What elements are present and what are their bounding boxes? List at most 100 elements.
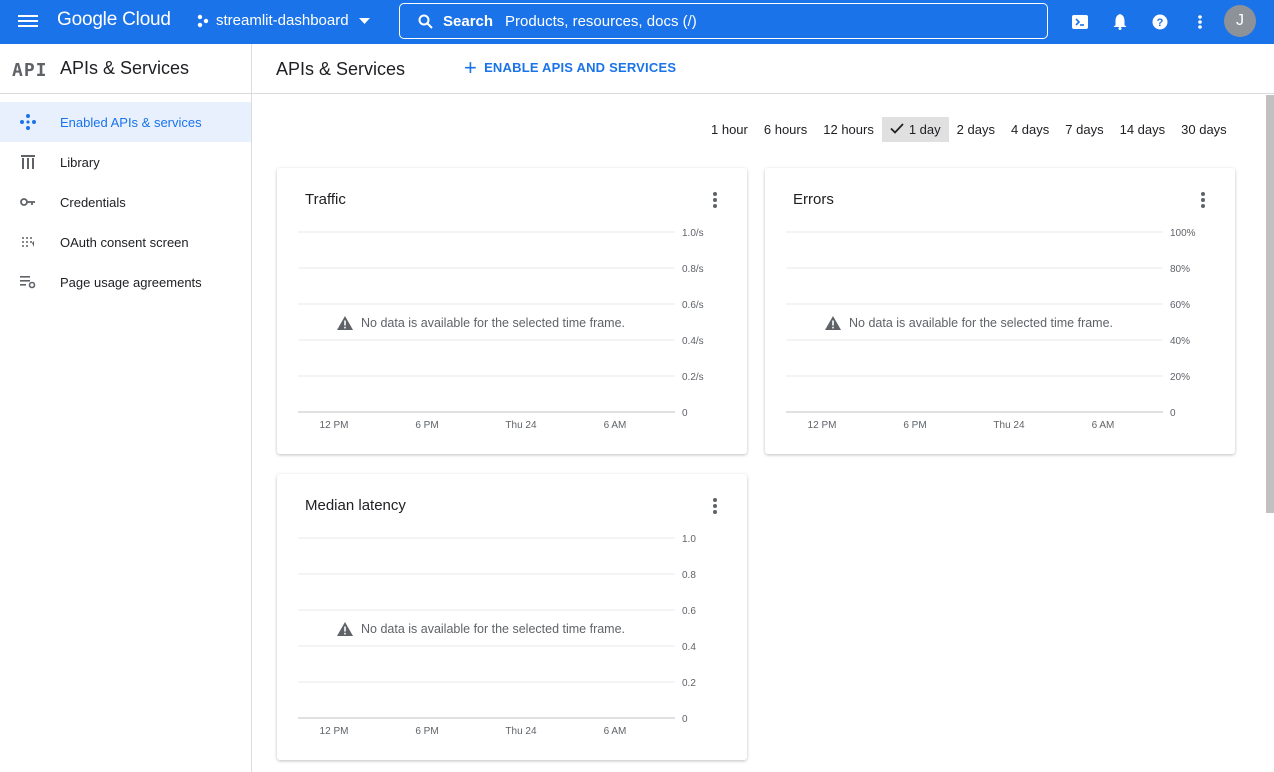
- time-range-option[interactable]: 2 days: [949, 117, 1003, 142]
- no-data-message: No data is available for the selected ti…: [337, 316, 625, 330]
- sidebar-item-page-usage[interactable]: Page usage agreements: [0, 262, 251, 302]
- svg-text:?: ?: [1157, 17, 1164, 29]
- project-selector[interactable]: streamlit-dashboard: [196, 12, 376, 29]
- time-range-option[interactable]: 6 hours: [756, 117, 815, 142]
- chart-card-errors: Errors 100% 80% 60% 40% 20% 0 12 PM 6 PM Thu 24 6…: [765, 168, 1235, 454]
- x-tick-label: 12 PM: [320, 420, 349, 431]
- time-range-label: 1 hour: [711, 122, 748, 137]
- project-name: streamlit-dashboard: [216, 12, 349, 29]
- time-range-option[interactable]: 14 days: [1112, 117, 1174, 142]
- menu-icon[interactable]: [18, 12, 38, 30]
- no-data-text: No data is available for the selected ti…: [849, 316, 1114, 330]
- time-range-label: 12 hours: [823, 122, 874, 137]
- no-data-message: No data is available for the selected ti…: [337, 622, 625, 636]
- y-tick-label: 0.4: [682, 642, 696, 653]
- chevron-down-icon: [358, 17, 370, 24]
- settings-list-icon: [20, 274, 36, 290]
- time-range-option[interactable]: 12 hours: [815, 117, 882, 142]
- time-range-label: 14 days: [1119, 122, 1166, 137]
- x-tick-label: 12 PM: [808, 420, 837, 431]
- y-tick-label: 0.4/s: [682, 336, 704, 347]
- notifications-icon[interactable]: [1109, 11, 1131, 33]
- x-tick-label: 6 AM: [1092, 420, 1115, 431]
- time-range-option[interactable]: 1 day: [881, 117, 949, 142]
- sidebar-title: APIs & Services: [60, 58, 190, 78]
- time-range-label: 1 day: [908, 122, 941, 137]
- y-tick-label: 60%: [1170, 300, 1190, 311]
- diamond-nodes-icon: [20, 114, 36, 130]
- sidebar-item-credentials[interactable]: Credentials: [0, 182, 251, 222]
- sidebar-item-enabled-apis[interactable]: Enabled APIs & services: [0, 102, 251, 142]
- top-bar: Google Cloud streamlit-dashboard Search …: [0, 0, 1274, 44]
- more-vert-icon[interactable]: [709, 190, 721, 208]
- time-range-option[interactable]: 4 days: [1003, 117, 1057, 142]
- y-tick-label: 0.8: [682, 570, 696, 581]
- chart-title: Traffic: [305, 191, 346, 208]
- y-tick-label: 20%: [1170, 372, 1190, 383]
- more-vert-icon[interactable]: [709, 496, 721, 514]
- help-icon[interactable]: ?: [1149, 11, 1171, 33]
- y-tick-label: 1.0/s: [682, 228, 704, 239]
- plus-icon: +: [464, 54, 478, 80]
- y-tick-label: 0: [682, 714, 688, 725]
- y-tick-label: 0.6: [682, 606, 696, 617]
- library-icon: [20, 154, 36, 170]
- time-range-label: 6 hours: [763, 122, 808, 137]
- oauth-dots-icon: [20, 234, 36, 250]
- no-data-text: No data is available for the selected ti…: [361, 316, 626, 330]
- x-tick-label: 6 PM: [903, 420, 926, 431]
- sidebar-item-oauth[interactable]: OAuth consent screen: [0, 222, 251, 262]
- y-tick-label: 100%: [1170, 228, 1196, 239]
- x-tick-label: Thu 24: [505, 726, 537, 737]
- time-range-label: 4 days: [1010, 122, 1050, 137]
- time-range-label: 7 days: [1065, 122, 1104, 137]
- key-icon: [20, 194, 36, 210]
- avatar[interactable]: J: [1224, 5, 1256, 37]
- y-tick-label: 0.8/s: [682, 264, 704, 275]
- y-tick-label: 0: [682, 408, 688, 419]
- y-tick-label: 0: [1170, 408, 1176, 419]
- time-range-label: 30 days: [1181, 122, 1227, 137]
- sidebar-item-label: Enabled APIs & services: [60, 114, 202, 130]
- time-range-option[interactable]: 1 hour: [703, 117, 756, 142]
- project-icon: [197, 14, 209, 27]
- x-tick-label: 12 PM: [320, 726, 349, 737]
- no-data-message: No data is available for the selected ti…: [825, 316, 1113, 330]
- time-range-label: 2 days: [956, 122, 995, 137]
- chart-title: Median latency: [305, 497, 406, 514]
- x-tick-label: Thu 24: [993, 420, 1025, 431]
- sidebar: API APIs & Services Enabled APIs & servi…: [0, 44, 252, 772]
- y-tick-label: 80%: [1170, 264, 1190, 275]
- y-tick-label: 0.2: [682, 678, 696, 689]
- page-title: APIs & Services: [276, 59, 406, 79]
- x-tick-label: 6 AM: [604, 726, 627, 737]
- search-placeholder: Products, resources, docs (/): [505, 12, 697, 30]
- time-range-option[interactable]: 30 days: [1173, 117, 1235, 142]
- chart-card-median-latency: Median latency 1.0 0.8 0.6 0.4 0.2 0 12 PM 6 PM…: [277, 474, 747, 760]
- sidebar-item-label: Library: [60, 154, 100, 170]
- time-range-option[interactable]: 7 days: [1057, 117, 1111, 142]
- scrollbar[interactable]: [1266, 95, 1274, 513]
- more-vert-icon[interactable]: [1197, 190, 1209, 208]
- chart-title: Errors: [793, 191, 834, 208]
- y-tick-label: 40%: [1170, 336, 1190, 347]
- enable-apis-button[interactable]: + ENABLE APIS AND SERVICES: [464, 54, 676, 80]
- x-tick-label: 6 PM: [415, 420, 438, 431]
- no-data-text: No data is available for the selected ti…: [361, 622, 626, 636]
- check-icon: [890, 123, 904, 134]
- sidebar-item-library[interactable]: Library: [0, 142, 251, 182]
- time-range-selector: 1 hour 6 hours 12 hours 1 day 2 days 4 days 7 …: [703, 117, 1235, 142]
- warning-icon: [337, 316, 353, 330]
- search-input[interactable]: Search Products, resources, docs (/): [399, 3, 1048, 39]
- more-vert-icon[interactable]: [1189, 11, 1211, 33]
- y-tick-label: 1.0: [682, 534, 696, 545]
- cloud-shell-icon[interactable]: [1069, 11, 1091, 33]
- y-tick-label: 0.6/s: [682, 300, 704, 311]
- sidebar-item-label: OAuth consent screen: [60, 234, 189, 250]
- x-tick-label: 6 AM: [604, 420, 627, 431]
- warning-icon: [337, 622, 353, 636]
- y-tick-label: 0.2/s: [682, 372, 704, 383]
- warning-icon: [825, 316, 841, 330]
- search-label: Search: [443, 12, 494, 30]
- google-cloud-logo[interactable]: Google Cloud: [57, 9, 171, 31]
